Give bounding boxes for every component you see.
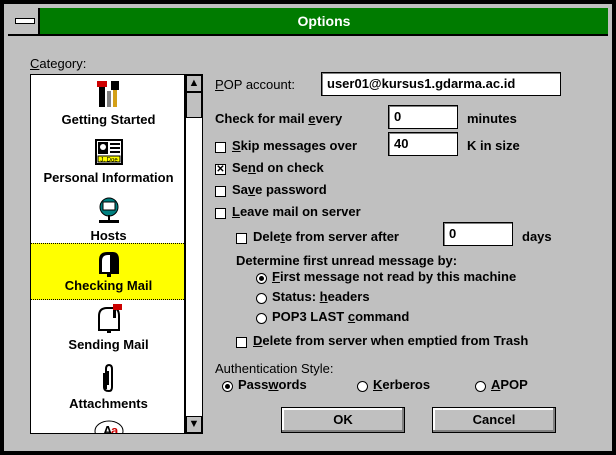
category-item-label: Personal Information [43,170,174,185]
system-menu-button[interactable] [8,8,40,34]
delete-after-input[interactable]: 0 [443,222,513,246]
svg-text:J. Doe: J. Doe [100,158,118,164]
category-item-getting-started[interactable]: Getting Started [31,75,184,133]
tools-icon [96,81,119,107]
radio-status-headers[interactable] [256,293,267,304]
category-item-label: Getting Started [61,112,156,127]
radio-first-message[interactable] [256,273,267,284]
font-icon: A a [94,420,124,434]
system-menu-icon [15,18,35,24]
skip-messages-label: Skip messages over [232,138,358,153]
svg-text:a: a [111,423,119,434]
category-item-label: Hosts [90,228,127,243]
radio-pop3-last-label: POP3 LAST command [272,309,410,324]
category-item-label: Attachments [69,396,148,411]
title-bar: Options [8,8,608,36]
radio-auth-kerberos-label: Kerberos [373,377,431,392]
save-password-checkbox[interactable] [215,186,226,197]
save-password-label: Save password [232,182,327,197]
pop-account-input[interactable]: user01@kursus1.gdarma.ac.id [321,72,561,96]
determine-label: Determine first unread message by: [236,253,458,268]
category-list[interactable]: Getting Started J. Doe Personal Informat… [30,74,185,434]
radio-status-headers-label: Status: headers [272,289,370,304]
radio-pop3-last[interactable] [256,313,267,324]
window-title: Options [297,13,351,29]
category-item-sending-mail[interactable]: Sending Mail [31,300,184,358]
delete-trash-label: Delete from server when emptied from Tra… [253,333,529,348]
category-scrollbar[interactable]: ▲ ▼ [185,74,203,434]
check-every-unit: minutes [467,111,517,126]
radio-auth-apop-label: APOP [491,377,528,392]
pop-account-label: POP account: [215,77,295,92]
paperclip-icon [102,363,113,393]
auth-style-label: Authentication Style: [215,361,334,376]
ok-button[interactable]: OK [281,407,405,433]
category-item-personal-information[interactable]: J. Doe Personal Information [31,133,184,191]
check-every-label: Check for mail every [215,111,343,126]
delete-trash-checkbox[interactable] [236,337,247,348]
scroll-up-button[interactable]: ▲ [186,75,202,92]
delete-after-checkbox[interactable] [236,233,247,244]
radio-first-message-label: First message not read by this machine [272,269,517,284]
category-item-label: Checking Mail [64,278,153,293]
send-on-check-checkbox[interactable]: ✕ [215,164,226,175]
radio-auth-kerberos[interactable] [357,381,368,392]
skip-messages-checkbox[interactable] [215,142,226,153]
skip-size-unit: K in size [467,138,520,153]
delete-after-label: Delete from server after [253,229,399,244]
category-item-label: Sending Mail [68,337,149,352]
category-item-attachments[interactable]: Attachments [31,359,184,417]
id-card-icon: J. Doe [94,139,123,165]
radio-auth-passwords[interactable] [222,381,233,392]
category-item-checking-mail[interactable]: Checking Mail [31,243,184,300]
network-computer-icon [98,197,119,223]
category-label: Category: [30,56,87,71]
category-item-hosts[interactable]: Hosts [31,191,184,249]
leave-mail-checkbox[interactable] [215,208,226,219]
cancel-button[interactable]: Cancel [432,407,556,433]
send-on-check-label: Send on check [232,160,324,175]
mailbox-flag-icon [97,304,122,333]
scroll-down-button[interactable]: ▼ [186,416,202,433]
radio-auth-apop[interactable] [475,381,486,392]
leave-mail-label: Leave mail on server [232,204,361,219]
delete-after-unit: days [522,229,552,244]
check-every-input[interactable]: 0 [388,105,458,129]
skip-size-input[interactable]: 40 [388,132,458,156]
mailbox-open-icon [98,252,119,277]
radio-auth-passwords-label: Passwords [238,377,307,392]
scroll-thumb[interactable] [186,92,202,118]
